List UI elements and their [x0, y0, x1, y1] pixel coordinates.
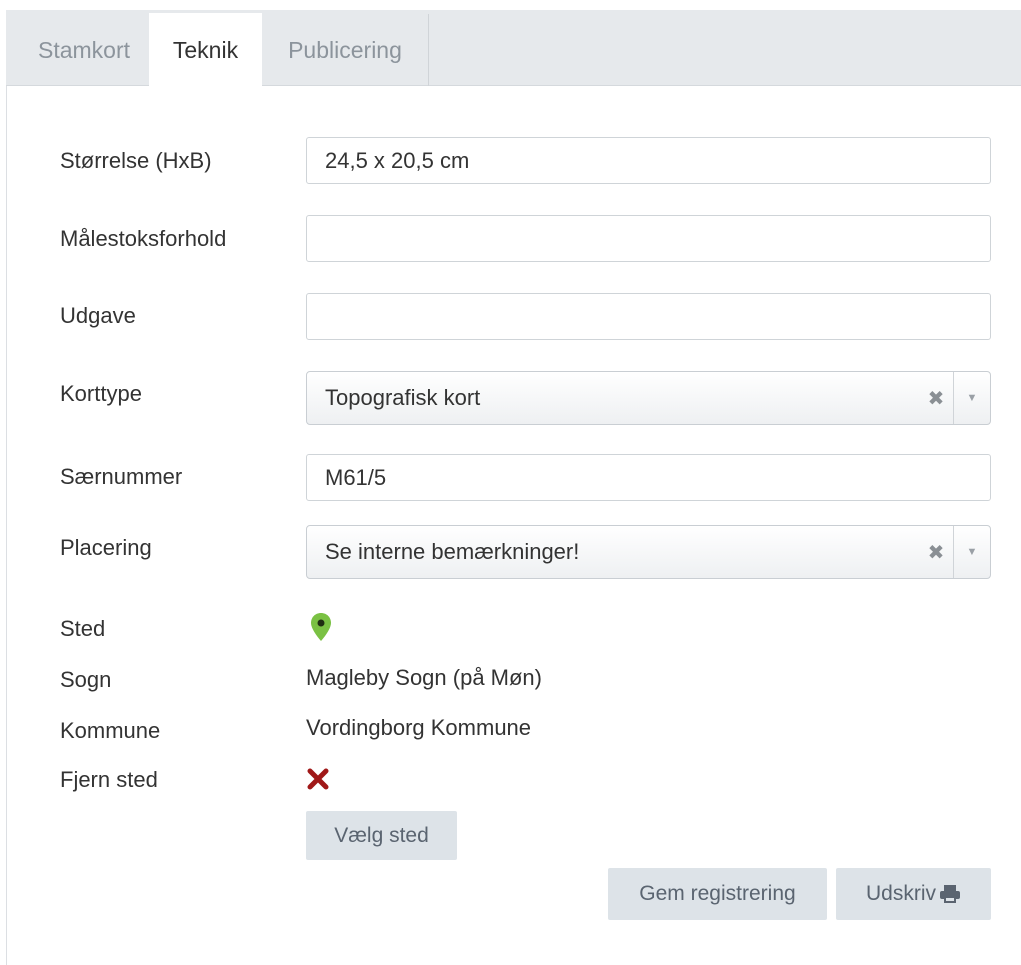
tab-stamkort[interactable]: Stamkort: [14, 14, 154, 86]
edition-input[interactable]: [306, 293, 991, 340]
edition-label: Udgave: [60, 303, 136, 328]
map-type-select[interactable]: Topografisk kort ✖ ▼: [306, 371, 991, 425]
location-label: Placering: [60, 535, 152, 560]
special-number-label: Særnummer: [60, 464, 183, 489]
municipality-label: Kommune: [60, 718, 161, 743]
tab-teknik[interactable]: Teknik: [149, 13, 262, 87]
tab-bar: Stamkort Teknik Publicering: [6, 10, 1021, 87]
chevron-down-icon[interactable]: ▼: [953, 526, 990, 578]
printer-icon: [940, 885, 960, 903]
remove-place-label: Fjern sted: [60, 767, 158, 792]
scale-label: Målestoksforhold: [60, 226, 227, 251]
location-select[interactable]: Se interne bemærkninger! ✖ ▼: [306, 525, 991, 579]
map-pin-icon[interactable]: [310, 612, 332, 642]
parish-label: Sogn: [60, 667, 112, 692]
clear-icon[interactable]: ✖: [919, 386, 953, 411]
parish-value: Magleby Sogn (på Møn): [306, 665, 542, 690]
choose-place-button[interactable]: Vælg sted: [306, 811, 457, 860]
print-label: Udskriv: [865, 882, 936, 905]
save-registration-button[interactable]: Gem registrering: [608, 868, 827, 920]
size-label: Størrelse (HxB): [60, 148, 212, 173]
print-button[interactable]: Udskriv: [836, 868, 991, 920]
remove-x-icon[interactable]: [307, 768, 329, 790]
place-label: Sted: [60, 616, 106, 641]
chevron-down-icon[interactable]: ▼: [953, 372, 990, 424]
clear-icon[interactable]: ✖: [919, 540, 953, 565]
location-selected-value: Se interne bemærkninger!: [325, 539, 580, 564]
map-type-label: Korttype: [60, 381, 142, 406]
special-number-input[interactable]: [306, 454, 991, 501]
size-input[interactable]: [306, 137, 991, 184]
scale-input[interactable]: [306, 215, 991, 262]
tab-publicering[interactable]: Publicering: [262, 14, 429, 86]
map-type-selected-value: Topografisk kort: [325, 385, 481, 410]
municipality-value: Vordingborg Kommune: [306, 715, 532, 740]
